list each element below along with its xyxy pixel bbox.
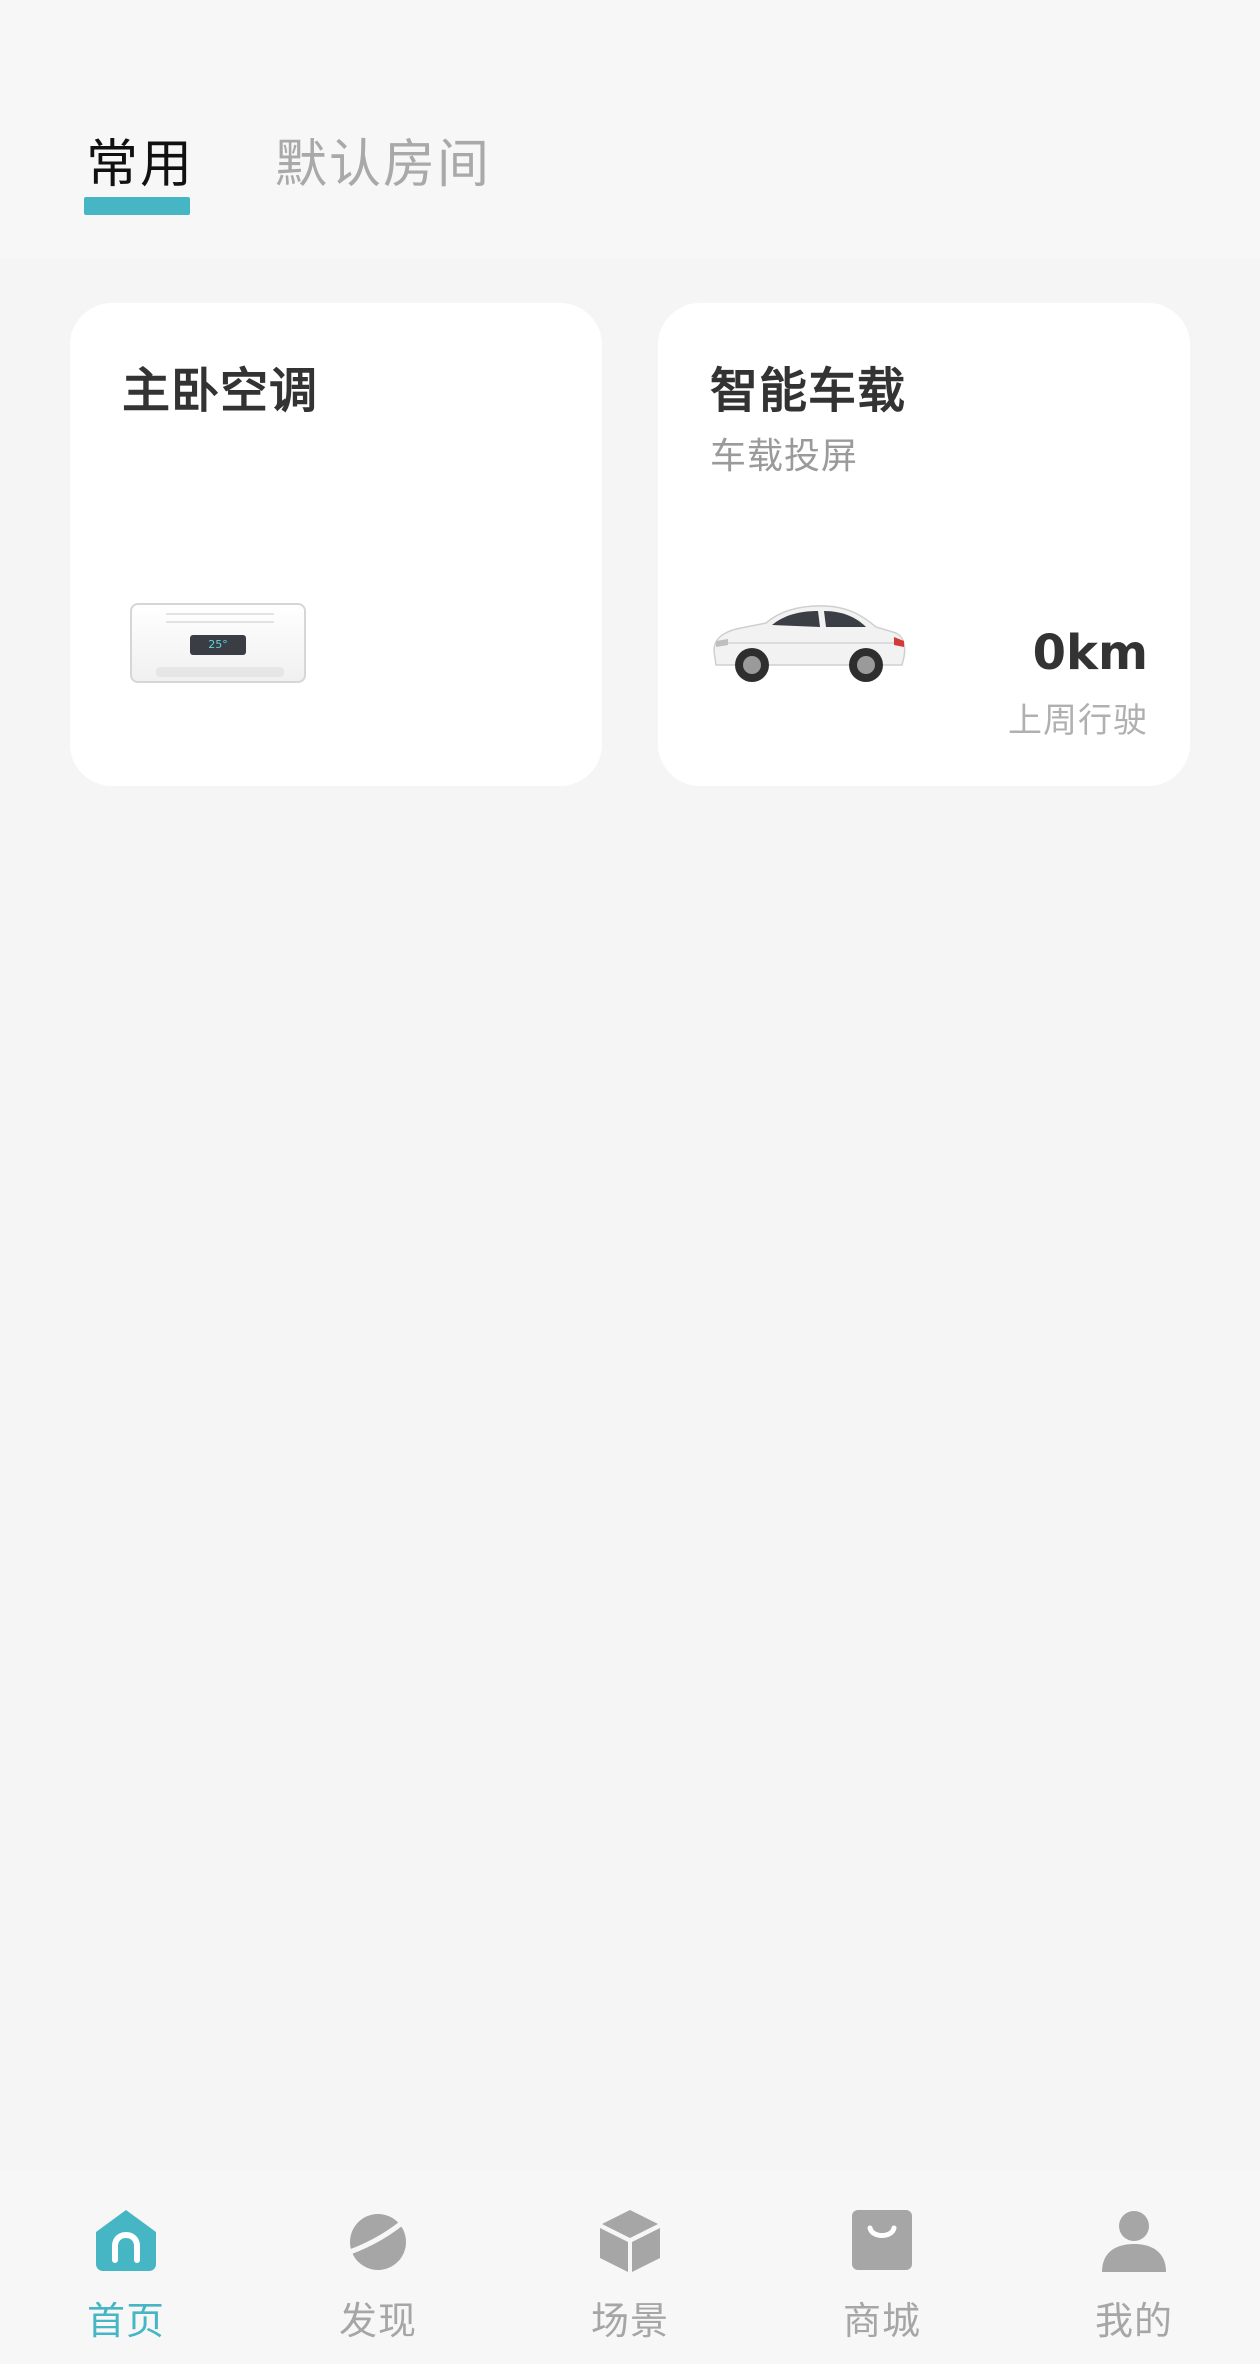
home-page: 常用 默认房间 主卧空调 25° 智能车载 车载投屏 0km 上周行驶 首页 发… bbox=[0, 0, 1260, 2364]
nav-label: 发现 bbox=[338, 2299, 417, 2343]
weekly-distance-label: 上周行驶 bbox=[1008, 701, 1148, 741]
home-icon bbox=[96, 2210, 156, 2271]
tab-default-room[interactable]: 默认房间 bbox=[275, 130, 491, 200]
nav-label: 商城 bbox=[842, 2299, 921, 2343]
air-conditioner-image: 25° bbox=[130, 603, 306, 683]
room-tabs: 常用 默认房间 bbox=[0, 0, 1260, 258]
bottom-navigation: 首页 发现 场景 商城 我的 bbox=[0, 2170, 1260, 2364]
nav-item-scene[interactable]: 场景 bbox=[504, 2170, 756, 2364]
nav-item-mall[interactable]: 商城 bbox=[756, 2170, 1008, 2364]
ac-temperature-display: 25° bbox=[190, 635, 246, 655]
tab-common[interactable]: 常用 bbox=[86, 130, 194, 200]
car-image bbox=[713, 605, 906, 682]
nav-item-profile[interactable]: 我的 bbox=[1008, 2170, 1260, 2364]
ac-vent-line bbox=[166, 621, 274, 623]
shopping-bag-icon bbox=[852, 2210, 912, 2270]
ac-base bbox=[156, 667, 284, 677]
device-title: 主卧空调 bbox=[122, 363, 319, 419]
cube-icon bbox=[600, 2210, 660, 2272]
nav-item-home[interactable]: 首页 bbox=[0, 2170, 252, 2364]
ac-vent-line bbox=[166, 613, 274, 615]
device-card-smart-car[interactable]: 智能车载 车载投屏 0km 上周行驶 bbox=[658, 303, 1190, 786]
active-tab-indicator bbox=[84, 197, 190, 215]
device-card-air-conditioner[interactable]: 主卧空调 25° bbox=[70, 303, 602, 786]
device-title: 智能车载 bbox=[710, 363, 907, 419]
device-subtitle: 车载投屏 bbox=[710, 436, 859, 477]
person-icon bbox=[1102, 2211, 1166, 2272]
nav-label: 我的 bbox=[1094, 2299, 1173, 2343]
nav-label: 首页 bbox=[86, 2299, 165, 2343]
planet-icon bbox=[347, 2213, 412, 2270]
nav-item-discover[interactable]: 发现 bbox=[252, 2170, 504, 2364]
nav-label: 场景 bbox=[590, 2299, 669, 2343]
weekly-distance-value: 0km bbox=[1032, 625, 1148, 681]
